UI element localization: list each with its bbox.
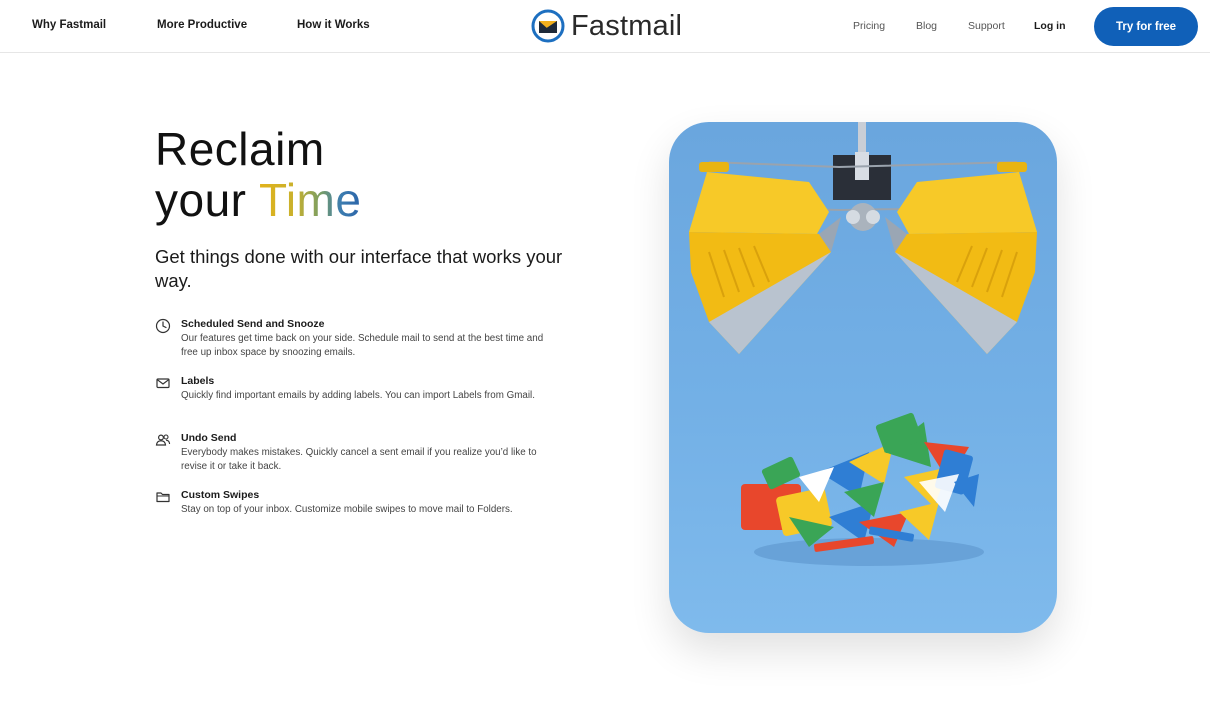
hero-title-highlight: Time — [258, 174, 362, 226]
fastmail-logo-icon — [531, 9, 565, 43]
feature-description: Stay on top of your inbox. Customize mob… — [181, 504, 513, 515]
nav-link-why-fastmail[interactable]: Why Fastmail — [32, 19, 106, 31]
hero-illustration-card — [669, 122, 1057, 633]
try-for-free-button[interactable]: Try for free — [1094, 7, 1198, 46]
feature-title: Labels — [181, 375, 215, 387]
folder-icon — [156, 492, 170, 503]
claw-machine-illustration — [689, 122, 1037, 566]
nav-link-how-it-works[interactable]: How it Works — [297, 19, 370, 31]
envelope-icon — [156, 378, 170, 389]
claw-left-bucket — [689, 162, 841, 354]
hero-title: Reclaim your Time — [155, 124, 361, 226]
clock-icon — [155, 318, 171, 334]
nav-link-pricing[interactable]: Pricing — [853, 20, 885, 32]
users-icon — [155, 434, 171, 446]
brand-name: Fastmail — [571, 10, 683, 42]
brand-logo[interactable]: Fastmail — [531, 9, 682, 43]
nav-link-more-productive[interactable]: More Productive — [157, 19, 247, 31]
feature-description: Our features get time back on your side.… — [181, 333, 544, 358]
feature-title: Scheduled Send and Snooze — [181, 318, 325, 330]
hero-title-line2-prefix: your — [155, 174, 259, 226]
hero-subtitle: Get things done with our interface that … — [155, 246, 563, 291]
feature-title: Undo Send — [181, 432, 237, 444]
feature-description: Quickly find important emails by adding … — [181, 390, 535, 401]
site-header: Why Fastmail More Productive How it Work… — [0, 0, 1210, 53]
nav-link-support[interactable]: Support — [968, 20, 1005, 32]
claw-right-bucket — [885, 162, 1037, 354]
hero-title-line1: Reclaim — [155, 123, 325, 175]
feature-title: Custom Swipes — [181, 489, 260, 501]
login-link[interactable]: Log in — [1034, 20, 1066, 32]
feature-description: Everybody makes mistakes. Quickly cancel… — [181, 447, 537, 472]
nav-link-blog[interactable]: Blog — [916, 20, 937, 32]
colorful-tiles-pile — [741, 412, 979, 552]
